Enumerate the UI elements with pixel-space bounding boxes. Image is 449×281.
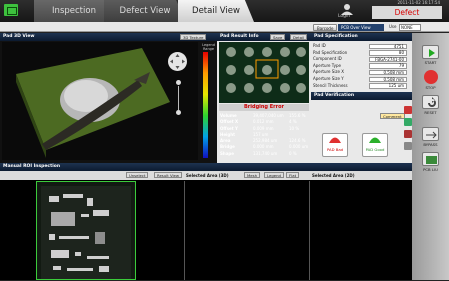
start-control[interactable]: START — [412, 45, 449, 65]
spec-key: Pad Specification — [313, 49, 348, 55]
spec-key: Stencil Thickness — [313, 82, 348, 88]
use-select[interactable]: NONE — [399, 24, 421, 31]
zoom-slider[interactable] — [178, 86, 179, 110]
spec-key: Aperture Type — [313, 62, 341, 68]
pcb-icon[interactable] — [422, 152, 439, 166]
pad-bad-button[interactable]: PAD Bad — [322, 133, 348, 157]
login-label: Login — [338, 14, 351, 19]
spec-value: FBGA-2741-00 — [369, 56, 407, 63]
result-view-button[interactable]: Result View — [154, 172, 182, 178]
reset-control[interactable]: RESET — [412, 95, 449, 115]
spec-key: Aperture Size Y — [313, 75, 344, 81]
spec-value: 125 um — [369, 83, 407, 89]
bypass-icon[interactable] — [422, 127, 439, 141]
zoom-in-icon[interactable] — [176, 80, 181, 85]
view-select[interactable]: PCB Over View — [338, 24, 384, 31]
bypass-label: BYPASS — [423, 142, 438, 147]
save-button[interactable]: Save — [270, 34, 286, 40]
selected-area-3d-label: Selected Area (3D) — [186, 173, 229, 178]
tab-defect-view[interactable]: Defect View — [104, 0, 186, 22]
pcb-liu-label: PCB LIU — [423, 167, 438, 172]
comment-button[interactable]: Comment — [380, 113, 405, 119]
spec-value: 79 — [369, 63, 407, 69]
bypass-control[interactable]: BYPASS — [412, 127, 449, 147]
stop-label: STOP — [425, 85, 436, 90]
roi-divider — [184, 181, 185, 280]
zoom-out-icon[interactable] — [176, 110, 181, 115]
use-label: Use — [389, 24, 397, 29]
3d-texture-button[interactable]: 3D Texture — [180, 34, 207, 40]
start-icon[interactable] — [422, 45, 439, 59]
spec-value: 0.508 mm — [369, 76, 407, 82]
spec-value: 0.508 mm — [369, 69, 407, 76]
pad-good-button[interactable]: PAD Good — [362, 133, 388, 157]
result-table: Volume 39,407,040 um 155.6 % Offset X 0.012… — [219, 113, 309, 157]
flat-button[interactable]: Flat — [286, 172, 300, 178]
roi-title: Manual ROI Inspection — [3, 164, 61, 169]
legend-label: Legend Range — [202, 43, 215, 51]
pad-bad-label: PAD Bad — [326, 147, 344, 152]
spec-key: Component ID — [313, 56, 342, 62]
folder-icon[interactable] — [404, 130, 412, 138]
clock: 2011-11-02 16:17:54 — [397, 0, 440, 5]
spec-value: 4751 — [369, 43, 407, 49]
save-icon[interactable] — [404, 142, 412, 150]
result-percent: 0 % — [289, 150, 297, 156]
roi-divider — [309, 181, 310, 280]
book-icon[interactable] — [404, 106, 412, 114]
app-logo — [4, 4, 18, 16]
chart-icon[interactable] — [404, 118, 412, 126]
start-label: START — [424, 60, 437, 65]
legend-button[interactable]: Legend — [264, 172, 284, 178]
control-sidebar: START STOP RESET BYPASS PCB LIU — [412, 33, 449, 280]
barcode-button[interactable]: Barcode — [313, 24, 338, 31]
stop-control[interactable]: STOP — [412, 70, 449, 90]
tab-detail-view[interactable]: Detail View — [178, 0, 254, 22]
reset-label: RESET — [424, 110, 437, 115]
mesh-button[interactable]: Mesh — [244, 172, 260, 178]
unselect-button[interactable]: Unselect — [126, 172, 149, 178]
error-label: Bridging Error — [219, 104, 309, 111]
roi-title-bar: Manual ROI Inspection — [0, 163, 412, 171]
pcb-overview-image[interactable] — [36, 181, 136, 280]
verify-title: Pad Verification — [311, 92, 412, 101]
legend-color-bar — [203, 52, 208, 158]
spec-key: Aperture Size X — [313, 69, 344, 75]
reset-icon[interactable] — [422, 95, 439, 109]
result-value: 131,740 um — [253, 150, 278, 156]
status-badge: Defect — [372, 6, 442, 19]
stop-icon[interactable] — [423, 70, 438, 84]
detail-button[interactable]: Detail — [290, 34, 308, 40]
pcb-liu-control[interactable]: PCB LIU — [412, 152, 449, 172]
navigation-pad[interactable] — [168, 52, 187, 71]
spec-key: Pad ID — [313, 43, 326, 48]
pad-2d-image[interactable] — [219, 42, 309, 103]
pad-good-label: PAD Good — [365, 147, 385, 152]
spec-title: Pad Specification — [311, 33, 412, 41]
tab-inspection[interactable]: Inspection — [34, 0, 114, 22]
spec-value: 80 — [369, 50, 407, 56]
result-key: Shape — [220, 150, 235, 156]
selected-area-2d-label: Selected Area (2D) — [312, 173, 355, 178]
